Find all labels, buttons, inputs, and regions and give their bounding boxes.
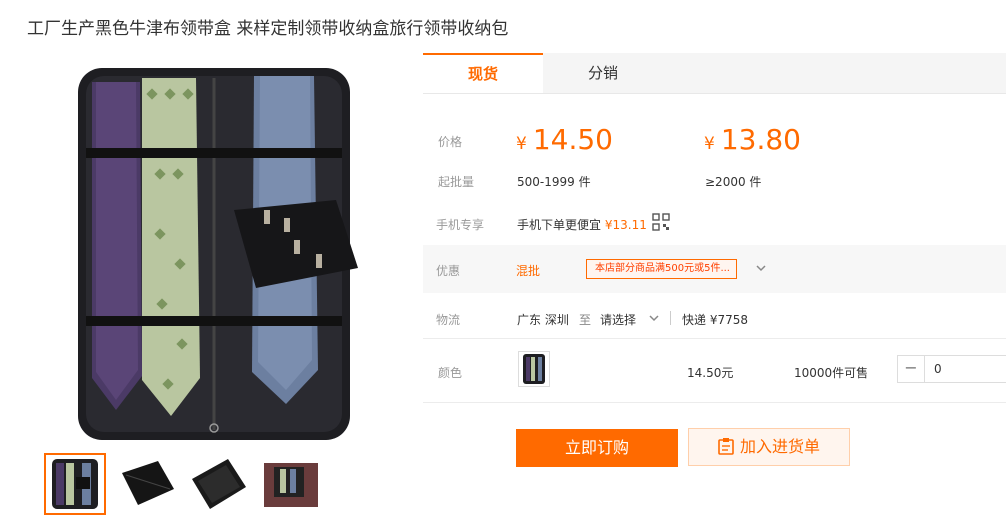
buy-now-button[interactable]: 立即订购 xyxy=(516,429,678,467)
chevron-down-icon[interactable] xyxy=(755,262,767,274)
divider xyxy=(670,311,671,325)
divider xyxy=(423,338,1006,339)
thumbnail-2[interactable] xyxy=(116,453,178,515)
add-to-cart-button[interactable]: 加入进货单 xyxy=(688,428,850,466)
quantity-input[interactable]: 0 xyxy=(934,356,942,382)
price-label: 价格 xyxy=(438,135,463,149)
price-tier-1-qty: 500-1999 件 xyxy=(517,175,591,189)
shipping-fee: 快递 ¥7758 xyxy=(682,313,748,327)
price-tier-1: ¥14.50 xyxy=(516,123,613,156)
add-to-cart-label: 加入进货单 xyxy=(739,437,820,456)
price-tier-2: ¥13.80 xyxy=(704,123,801,156)
mobile-label: 手机专享 xyxy=(436,218,485,232)
promo-label: 优惠 xyxy=(436,264,461,278)
thumbnail-1[interactable] xyxy=(44,453,106,515)
price-tier-1-value: 14.50 xyxy=(532,123,613,156)
product-title: 工厂生产黑色牛津布领带盒 来样定制领带收纳盒旅行领带收纳包 xyxy=(27,19,509,39)
promo-name: 混批 xyxy=(516,264,541,278)
currency-symbol: ¥ xyxy=(704,134,715,154)
moq-label: 起批量 xyxy=(438,175,475,189)
mobile-promo-text: 手机下单更便宜 xyxy=(517,218,602,232)
product-main-image[interactable] xyxy=(66,60,362,450)
color-label: 颜色 xyxy=(438,366,463,380)
tab-distribution[interactable]: 分销 xyxy=(543,53,663,93)
chevron-down-icon[interactable] xyxy=(648,312,660,324)
variant-stock: 10000件可售 xyxy=(794,366,869,380)
logistics-to-word: 至 xyxy=(579,313,592,327)
logistics-label: 物流 xyxy=(436,313,461,327)
qr-code-icon[interactable] xyxy=(652,213,670,231)
clipboard-icon xyxy=(718,438,734,455)
variant-price: 14.50元 xyxy=(687,366,734,380)
price-tier-2-qty: ≥2000 件 xyxy=(705,175,762,189)
thumbnail-4[interactable] xyxy=(260,453,322,515)
color-swatch[interactable] xyxy=(518,351,550,387)
tab-bar: 现货 分销 xyxy=(423,53,1006,94)
currency-symbol: ¥ xyxy=(516,134,527,154)
tab-in-stock[interactable]: 现货 xyxy=(423,53,543,93)
destination-select[interactable]: 请选择 xyxy=(600,311,636,328)
price-tier-2-value: 13.80 xyxy=(720,123,801,156)
logistics-from: 广东 深圳 xyxy=(517,313,569,327)
promo-coupon-tag[interactable]: 本店部分商品满500元或5件... xyxy=(586,259,737,279)
mobile-text: 手机下单更便宜 ¥13.11 xyxy=(517,216,647,233)
mobile-price: ¥13.11 xyxy=(604,218,647,232)
thumbnail-3[interactable] xyxy=(188,453,250,515)
quantity-stepper: − 0 xyxy=(897,355,1006,383)
divider xyxy=(423,402,1006,403)
decrement-button[interactable]: − xyxy=(898,356,925,382)
